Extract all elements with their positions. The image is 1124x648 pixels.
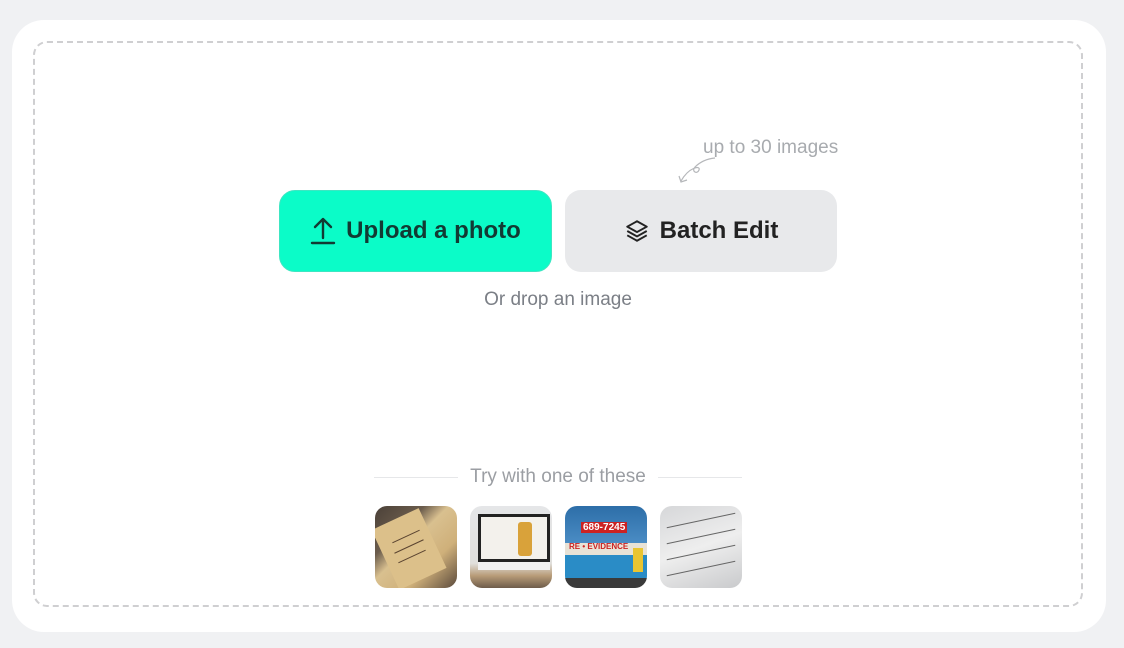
batch-hint: up to 30 images xyxy=(703,137,839,158)
batch-edit-label: Batch Edit xyxy=(659,217,779,244)
upload-photo-label: Upload a photo xyxy=(346,217,521,244)
curved-arrow-icon xyxy=(678,157,716,183)
upload-photo-button[interactable]: Upload a photo xyxy=(279,190,552,272)
sample-images: 689-7245 RE • EVIDENCE xyxy=(375,506,742,588)
drop-image-text: Or drop an image xyxy=(484,289,632,310)
divider-right xyxy=(657,476,743,478)
storefront-sign-number: 689-7245 xyxy=(581,522,628,533)
sample-thumb-storefront[interactable]: 689-7245 RE • EVIDENCE xyxy=(565,506,647,588)
sample-thumb-handwritten-letter[interactable] xyxy=(375,506,457,588)
samples-title: Try with one of these xyxy=(470,466,646,487)
sample-thumb-document-form[interactable] xyxy=(660,506,742,588)
samples-header: Try with one of these xyxy=(374,466,743,488)
sample-thumb-monitor-ad[interactable] xyxy=(470,506,552,588)
storefront-banner: RE • EVIDENCE xyxy=(569,542,629,551)
layers-icon xyxy=(625,220,648,242)
batch-edit-button[interactable]: Batch Edit xyxy=(565,190,837,272)
upload-icon xyxy=(310,217,336,245)
divider-left xyxy=(374,476,459,478)
